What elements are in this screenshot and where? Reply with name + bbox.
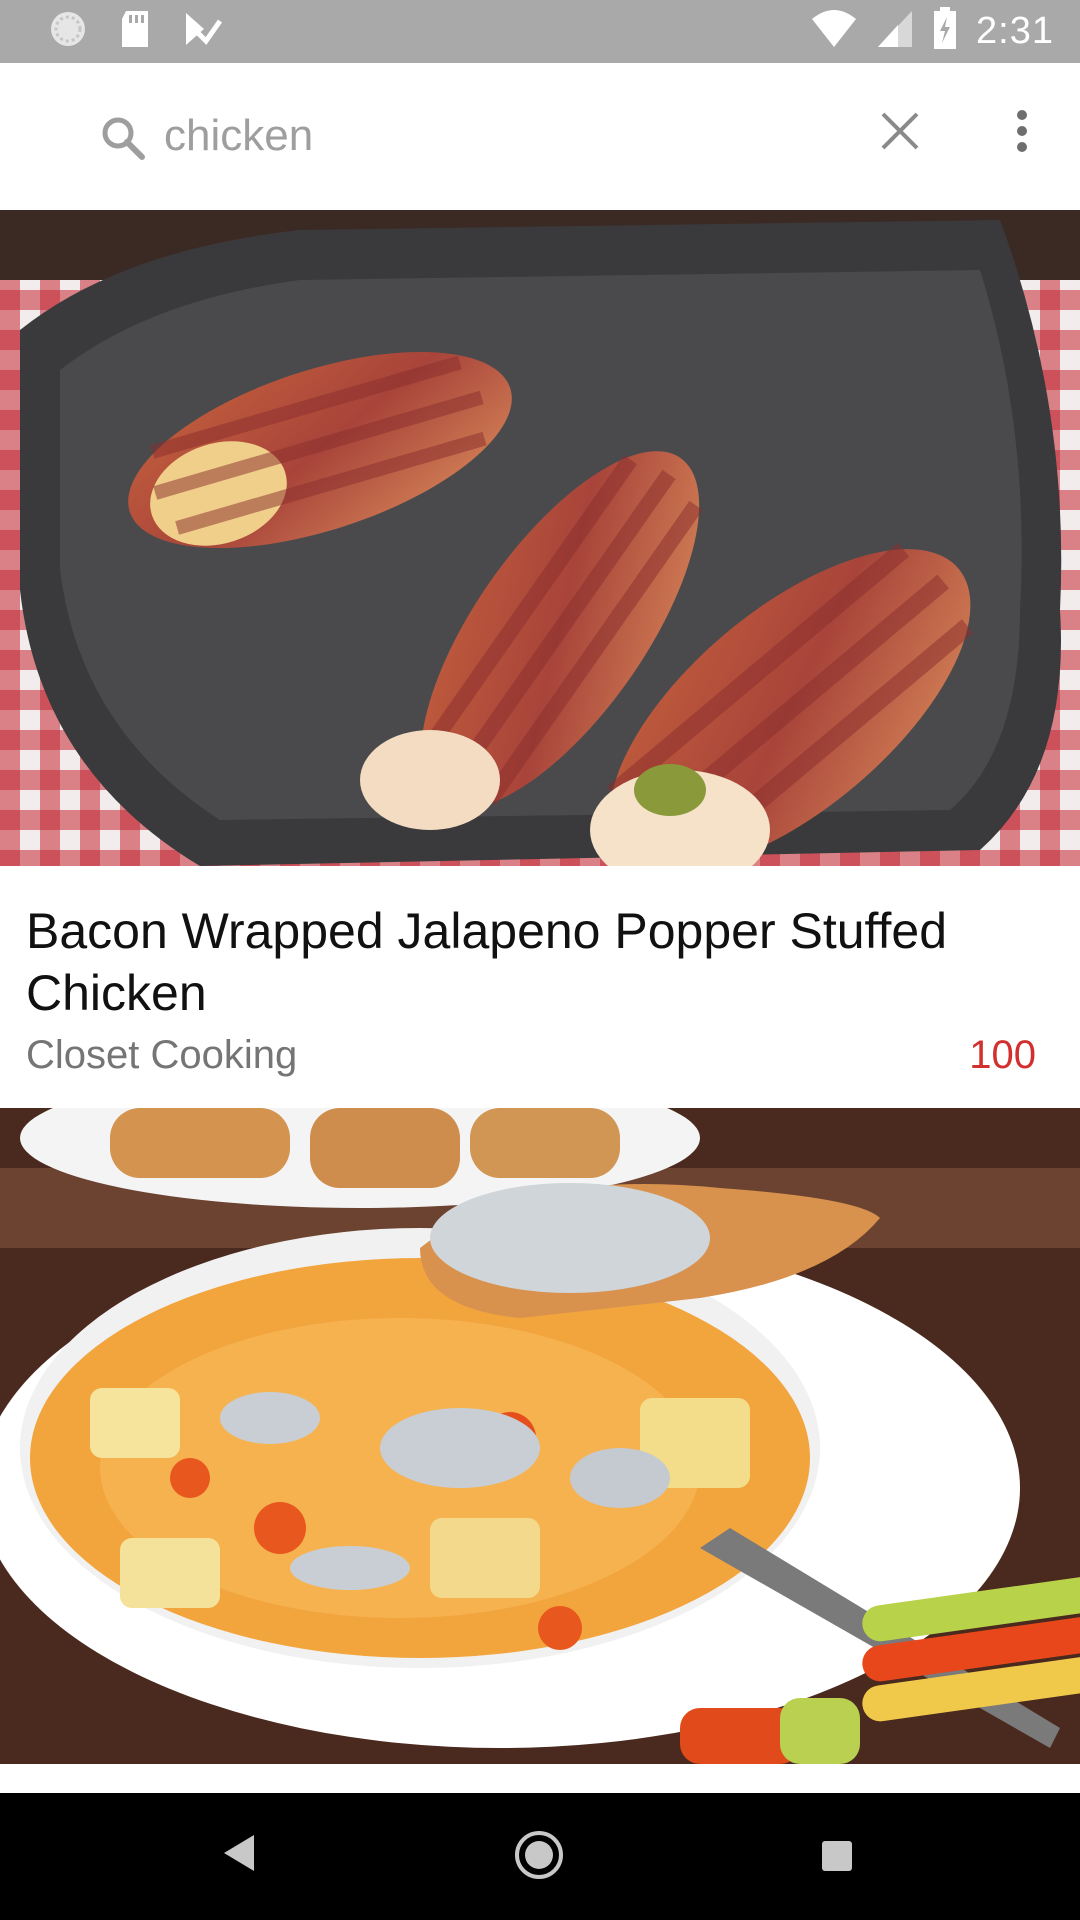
recipe-source: Closet Cooking — [26, 1033, 298, 1077]
sd-card-icon — [118, 9, 152, 54]
recipe-score: 100 — [969, 1033, 1036, 1077]
recipe-image[interactable] — [0, 210, 1080, 866]
recipe-title[interactable]: Bacon Wrapped Jalapeno Popper Stuffed Ch… — [26, 900, 1046, 1024]
home-circle-icon[interactable] — [513, 1829, 565, 1886]
more-vert-icon — [1016, 109, 1028, 158]
status-left — [48, 9, 252, 54]
status-time: 2:31 — [976, 10, 1054, 52]
recipe-card[interactable]: Bacon Wrapped Jalapeno Popper Stuffed Ch… — [0, 210, 1080, 1108]
wifi-icon — [810, 9, 858, 54]
status-right: 2:31 — [792, 7, 1054, 56]
search-input[interactable] — [164, 103, 824, 169]
recipe-image[interactable] — [0, 1108, 1080, 1764]
status-bar: 2:31 — [0, 0, 1080, 63]
results-list: Bacon Wrapped Jalapeno Popper Stuffed Ch… — [0, 210, 1080, 1793]
recipe-card[interactable] — [0, 1108, 1080, 1793]
clear-search-button[interactable] — [870, 103, 930, 163]
task-check-icon — [182, 9, 223, 54]
search-icon — [100, 115, 146, 166]
battery-charging-icon — [932, 7, 958, 56]
signal-icon — [876, 9, 914, 54]
bacon-chicken-photo — [0, 210, 1080, 866]
buffalo-chicken-soup-photo — [0, 1108, 1080, 1764]
search-bar — [0, 63, 1080, 210]
overflow-menu-button[interactable] — [1000, 103, 1044, 163]
back-triangle-icon[interactable] — [220, 1833, 256, 1878]
close-icon — [880, 111, 920, 156]
sync-icon — [48, 9, 88, 54]
recents-square-icon[interactable] — [820, 1839, 854, 1878]
system-nav-bar — [0, 1793, 1080, 1920]
